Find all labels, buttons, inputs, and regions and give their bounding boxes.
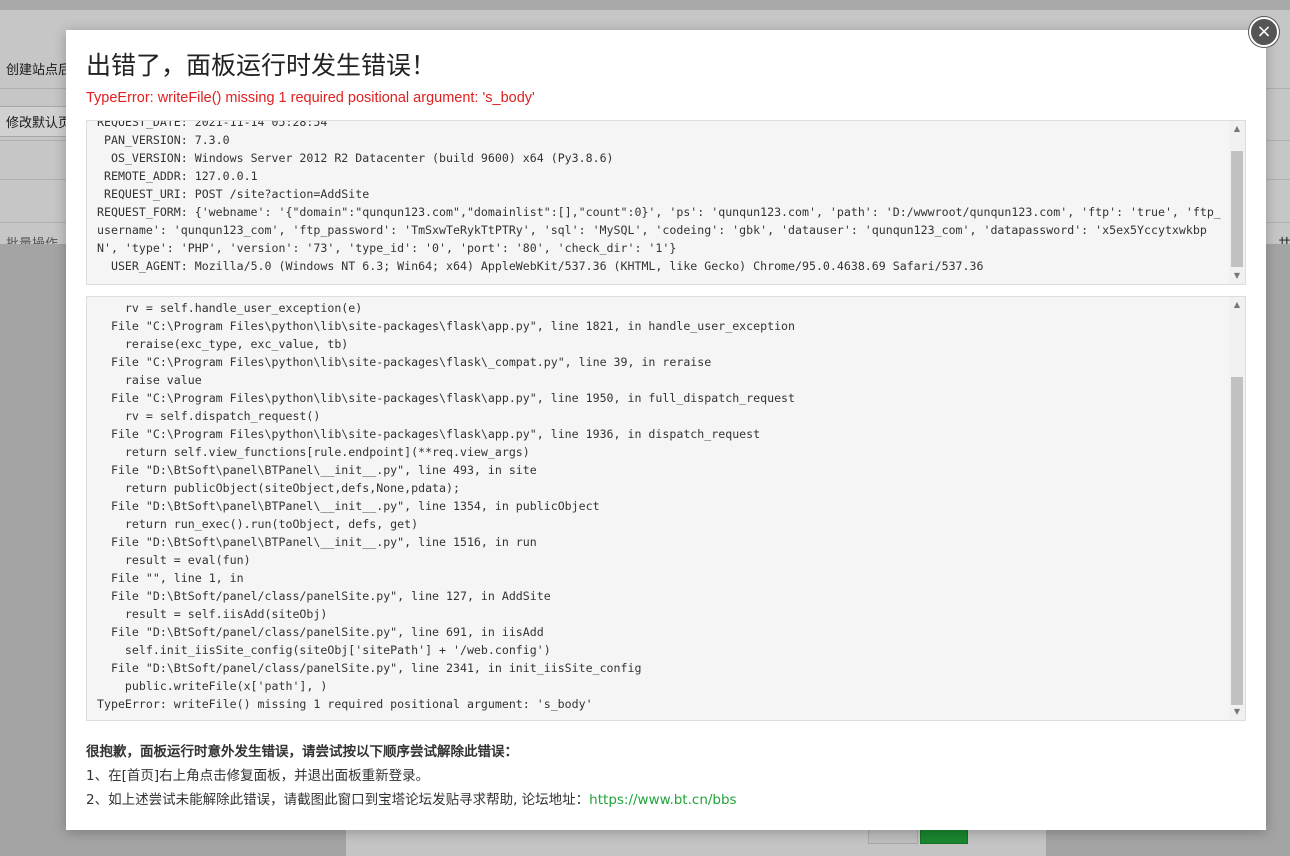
scroll-down-icon[interactable]: ▼: [1229, 268, 1245, 284]
help-step-2-text: 2、如上述尝试未能解除此错误，请截图此窗口到宝塔论坛发贴寻求帮助, 论坛地址：: [86, 792, 590, 808]
close-icon[interactable]: ×: [1249, 17, 1279, 47]
traceback-box[interactable]: rv = self.handle_user_exception(e) File …: [86, 296, 1246, 721]
error-message: TypeError: writeFile() missing 1 require…: [86, 90, 535, 106]
modal-title: 出错了，面板运行时发生错误！: [86, 51, 437, 80]
request-info-scrollbar[interactable]: ▲ ▼: [1229, 121, 1245, 284]
help-title: 很抱歉，面板运行时意外发生错误，请尝试按以下顺序尝试解除此错误：: [86, 744, 518, 760]
scroll-thumb[interactable]: [1231, 151, 1243, 267]
scroll-thumb[interactable]: [1231, 377, 1243, 705]
scroll-down-icon[interactable]: ▼: [1229, 704, 1245, 720]
forum-link[interactable]: https://www.bt.cn/bbs: [589, 792, 736, 808]
traceback-text: rv = self.handle_user_exception(e) File …: [97, 301, 796, 711]
help-section: 很抱歉，面板运行时意外发生错误，请尝试按以下顺序尝试解除此错误： 1、在[首页]…: [86, 740, 737, 812]
help-step-1: 1、在[首页]右上角点击修复面板，并退出面板重新登录。: [86, 768, 430, 784]
request-info-text: REQUEST_DATE: 2021-11-14 05:28:54 PAN_VE…: [97, 120, 1221, 273]
help-step-2: 2、如上述尝试未能解除此错误，请截图此窗口到宝塔论坛发贴寻求帮助, 论坛地址：h…: [86, 788, 737, 812]
error-modal: 出错了，面板运行时发生错误！ TypeError: writeFile() mi…: [66, 30, 1266, 830]
scroll-up-icon[interactable]: ▲: [1229, 121, 1245, 137]
traceback-scrollbar[interactable]: ▲ ▼: [1229, 297, 1245, 720]
scroll-up-icon[interactable]: ▲: [1229, 297, 1245, 313]
request-info-box[interactable]: REQUEST_DATE: 2021-11-14 05:28:54 PAN_VE…: [86, 120, 1246, 285]
